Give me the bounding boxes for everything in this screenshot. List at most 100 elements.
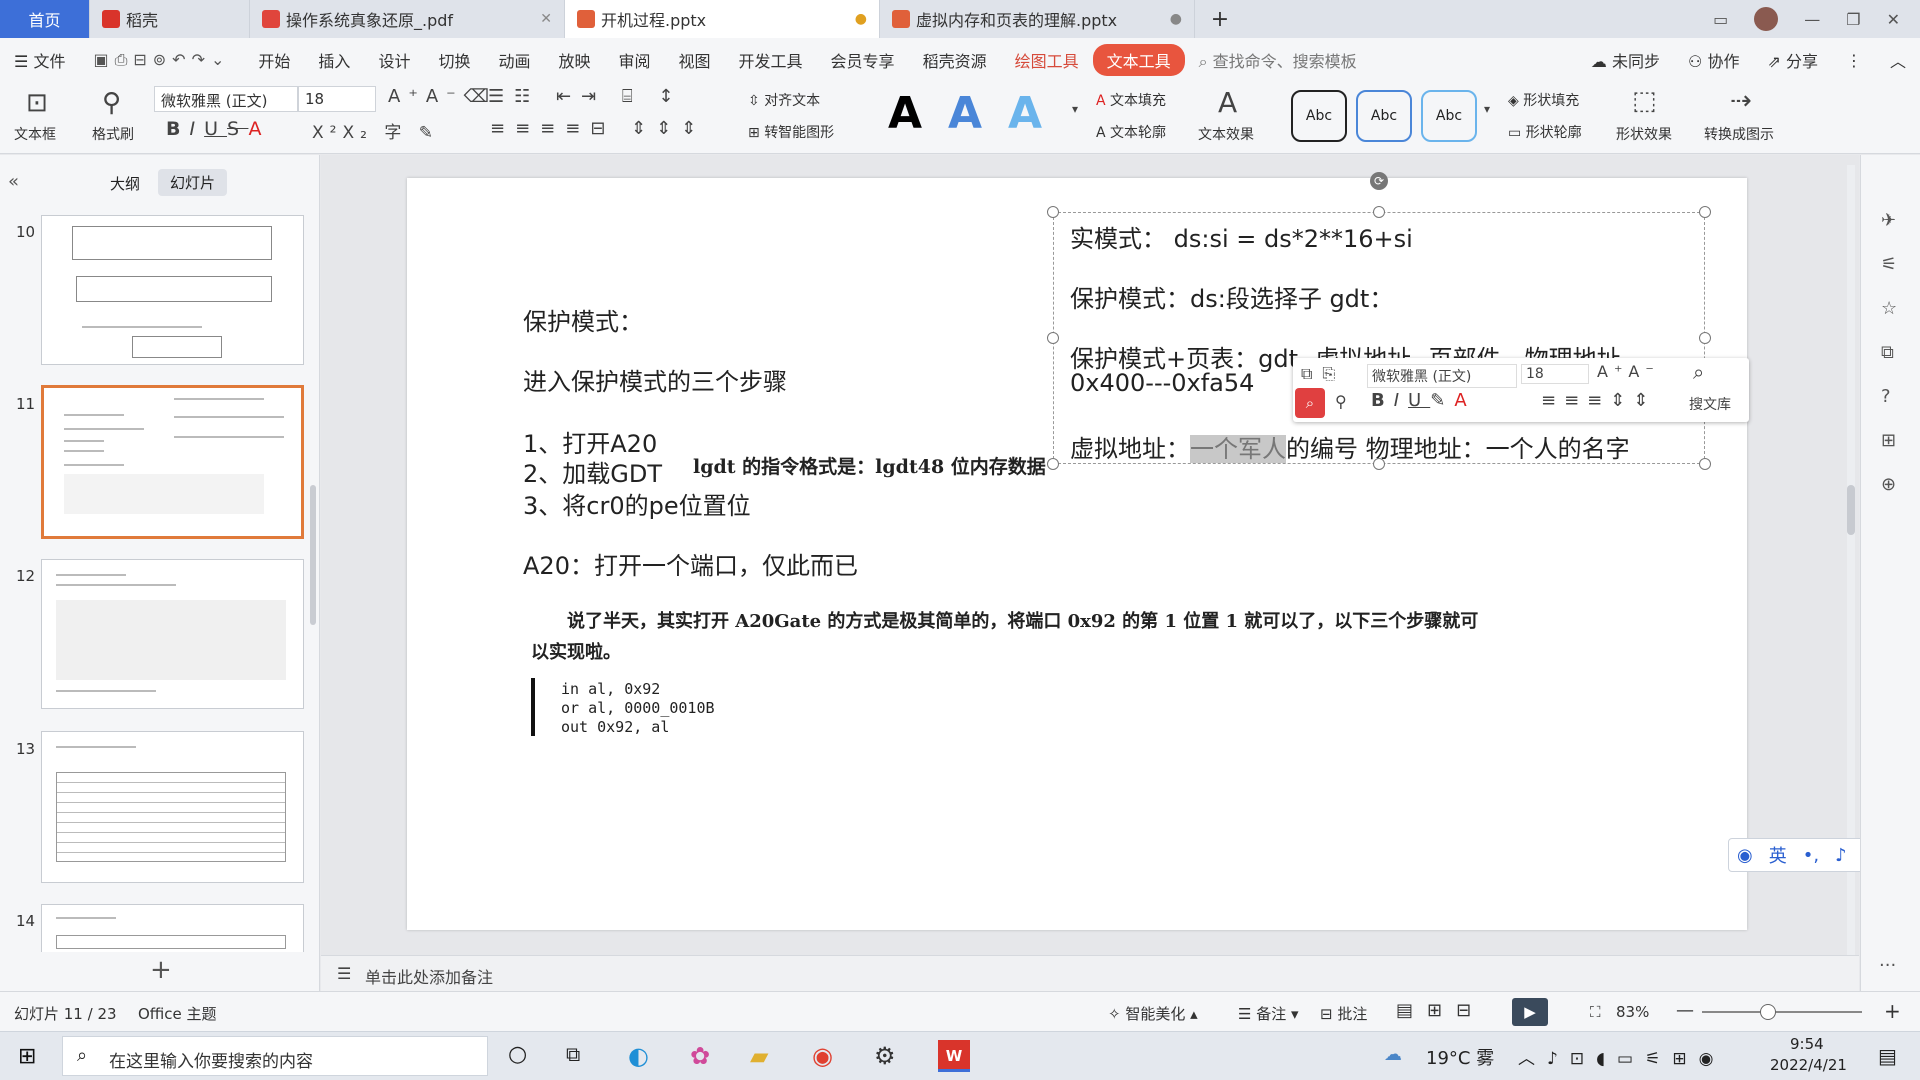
menu-review[interactable]: 审阅 bbox=[605, 48, 665, 72]
font-grow-shrink-icons[interactable]: A⁺A⁻⌫ bbox=[388, 86, 497, 107]
slide-text-line[interactable]: 0x400---0xfa54 bbox=[1070, 369, 1254, 397]
library-button[interactable]: 搜文库 bbox=[1689, 394, 1731, 414]
shape-style-1[interactable]: Abc bbox=[1291, 90, 1347, 142]
shape-style-2[interactable]: Abc bbox=[1356, 90, 1412, 142]
shape-effect-icon[interactable]: ⬚ bbox=[1632, 86, 1657, 116]
windows-start-icon[interactable]: ⊞ bbox=[18, 1044, 36, 1069]
copy-paste-icons[interactable]: ⧉⎘ bbox=[1301, 364, 1345, 384]
slide-thumbnail-12[interactable] bbox=[41, 559, 304, 709]
menu-insert[interactable]: 插入 bbox=[304, 48, 364, 72]
minimize-icon[interactable]: — bbox=[1804, 10, 1820, 29]
menu-devtools[interactable]: 开发工具 bbox=[725, 48, 817, 72]
menu-start[interactable]: 开始 bbox=[244, 48, 304, 72]
restore-icon[interactable]: ❐ bbox=[1846, 10, 1860, 29]
new-tab-button[interactable]: + bbox=[1195, 0, 1245, 38]
chevron-down-icon[interactable]: ▾ bbox=[1484, 102, 1490, 116]
menu-file[interactable]: ☰ 文件 bbox=[0, 48, 79, 72]
menu-animation[interactable]: 动画 bbox=[484, 48, 544, 72]
punctuation-icon[interactable]: •, bbox=[1803, 845, 1819, 866]
menu-member[interactable]: 会员专享 bbox=[817, 48, 909, 72]
text-fill-button[interactable]: A 文本填充 bbox=[1096, 90, 1166, 110]
task-view-icon[interactable]: ⧉ bbox=[566, 1042, 580, 1066]
add-slide-button[interactable]: + bbox=[150, 955, 172, 985]
share-button[interactable]: ⇗ 分享 bbox=[1753, 48, 1832, 72]
zoom-slider[interactable] bbox=[1702, 1011, 1862, 1013]
text-outline-button[interactable]: A 文本轮廓 bbox=[1096, 122, 1166, 142]
ifly-logo-icon[interactable]: ◉ bbox=[1737, 845, 1753, 866]
shape-effect-button[interactable]: 形状效果 bbox=[1616, 124, 1672, 144]
notes-placeholder[interactable]: 单击此处添加备注 bbox=[365, 964, 493, 988]
library-search-icon[interactable]: ⌕ bbox=[1693, 360, 1704, 384]
resize-handle[interactable] bbox=[1373, 458, 1385, 470]
more-icon[interactable]: ⋮ bbox=[1832, 51, 1876, 70]
slide-canvas[interactable]: 保护模式： 进入保护模式的三个步骤 1、打开A20 2、加载GDT 3、将cr0… bbox=[407, 172, 1749, 930]
slide-thumbnail-14[interactable] bbox=[41, 904, 304, 952]
float-size-select[interactable]: 18 bbox=[1521, 364, 1589, 384]
clock-date[interactable]: 2022/4/21 bbox=[1770, 1056, 1847, 1074]
shape-outline-button[interactable]: ▭ 形状轮廓 bbox=[1508, 122, 1582, 142]
slide-text-line[interactable]: 3、将cr0的pe位置位 bbox=[523, 486, 751, 521]
text-style-light-icon[interactable]: A bbox=[1008, 88, 1042, 139]
list-icons[interactable]: ☰☷ ⇤⇥ ⌸ ↕ bbox=[488, 86, 684, 107]
shape-style-3[interactable]: Abc bbox=[1421, 90, 1477, 142]
text-effect-icon[interactable]: A bbox=[1218, 86, 1237, 119]
slide-thumbnail-11[interactable] bbox=[41, 385, 304, 539]
tab-pdf[interactable]: 操作系统真象还原_.pdf ✕ bbox=[250, 0, 565, 38]
tab-ppt-2[interactable]: 虚拟内存和页表的理解.pptx ● bbox=[880, 0, 1195, 38]
resize-handle[interactable] bbox=[1047, 458, 1059, 470]
ime-language[interactable]: 英 bbox=[1769, 842, 1787, 868]
view-mode-icons[interactable]: ▤⊞⊟ bbox=[1396, 1000, 1485, 1021]
tab-outline[interactable]: 大纲 bbox=[110, 173, 140, 194]
float-font-select[interactable]: 微软雅黑 (正文) bbox=[1367, 364, 1517, 388]
menu-draw-tools[interactable]: 绘图工具 bbox=[1001, 48, 1093, 72]
textbox-button[interactable]: 文本框 bbox=[14, 124, 56, 144]
menu-slideshow[interactable]: 放映 bbox=[544, 48, 604, 72]
beautify-button[interactable]: ✧ 智能美化 ▴ bbox=[1108, 1003, 1198, 1024]
more-options-icon[interactable]: ··· bbox=[1879, 955, 1896, 976]
resize-handle[interactable] bbox=[1699, 458, 1711, 470]
virtual-address-line[interactable]: 虚拟地址：一个军人的编号 物理地址：一个人的名字 bbox=[1070, 429, 1630, 464]
right-sidebar-icons[interactable]: ✈ ⚟ ☆ ⧉? ⊞ ⊕ bbox=[1881, 199, 1897, 507]
float-grow-shrink-icons[interactable]: A⁺A⁻ bbox=[1597, 362, 1660, 381]
slide-text-line[interactable]: 2、加载GDT bbox=[523, 454, 662, 489]
format-painter-button[interactable]: 格式刷 bbox=[92, 124, 134, 144]
embedded-book-image[interactable]: 说了半天，其实打开 A20Gate 的方式是极其简单的，将端口 0x92 的第 … bbox=[519, 600, 1485, 740]
menu-docer[interactable]: 稻壳资源 bbox=[909, 48, 1001, 72]
slide-thumbnail-13[interactable] bbox=[41, 731, 304, 883]
avatar[interactable] bbox=[1754, 7, 1779, 31]
command-search[interactable]: ⌕ 查找命令、搜索模板 bbox=[1185, 48, 1371, 72]
resize-handle[interactable] bbox=[1699, 332, 1711, 344]
font-format-icons[interactable]: BIUSA bbox=[166, 118, 270, 140]
slide-text-line[interactable]: A20：打开一个端口，仅此而已 bbox=[523, 546, 858, 581]
slide-text-line[interactable]: 进入保护模式的三个步骤 bbox=[523, 362, 787, 397]
format-painter-icon[interactable]: ⚲ bbox=[102, 88, 121, 118]
notification-icon[interactable]: ▤ bbox=[1878, 1044, 1897, 1068]
translate-icon[interactable]: ⌕ bbox=[1295, 388, 1325, 418]
slide-text-line[interactable]: 保护模式：ds:段选择子 gdt： bbox=[1070, 279, 1393, 314]
zoom-out-icon[interactable]: — bbox=[1676, 1000, 1694, 1021]
app-icon[interactable]: ✿ bbox=[690, 1042, 710, 1070]
zoom-in-icon[interactable]: + bbox=[1884, 999, 1901, 1023]
text-style-black-icon[interactable]: A bbox=[888, 88, 922, 139]
slide-text-line[interactable]: 实模式： ds:si = ds*2**16+si bbox=[1070, 219, 1413, 254]
resize-handle[interactable] bbox=[1699, 206, 1711, 218]
text-effect-button[interactable]: 文本效果 bbox=[1198, 124, 1254, 144]
close-window-icon[interactable]: ✕ bbox=[1887, 10, 1900, 29]
system-tray-icons[interactable]: ︿♪⊡◖▭⚟⊞◉ bbox=[1518, 1044, 1725, 1069]
slide-thumbnail-10[interactable] bbox=[41, 215, 304, 365]
superscript-subscript-icons[interactable]: X²X₂ 字 ✎ bbox=[312, 118, 439, 143]
resize-handle[interactable] bbox=[1047, 206, 1059, 218]
cortana-icon[interactable]: ○ bbox=[508, 1042, 527, 1067]
rotate-handle-icon[interactable]: ⟳ bbox=[1370, 172, 1388, 190]
quick-access-icons[interactable]: ▣⎙⊟⊚↶↷⌄ bbox=[79, 50, 244, 70]
play-slideshow-icon[interactable]: ▶ bbox=[1512, 998, 1548, 1026]
notes-area[interactable]: ☰ 单击此处添加备注 bbox=[321, 955, 1859, 991]
menu-view[interactable]: 视图 bbox=[665, 48, 725, 72]
zoom-level[interactable]: 83% bbox=[1616, 1003, 1649, 1021]
wps-icon[interactable]: W bbox=[938, 1040, 970, 1072]
tab-home[interactable]: 首页 bbox=[0, 0, 90, 38]
weather-text[interactable]: 19°C 雾 bbox=[1426, 1044, 1494, 1070]
tab-slides[interactable]: 幻灯片 bbox=[158, 169, 228, 196]
menu-text-tools[interactable]: 文本工具 bbox=[1092, 44, 1185, 76]
close-icon[interactable]: ✕ bbox=[532, 11, 552, 27]
